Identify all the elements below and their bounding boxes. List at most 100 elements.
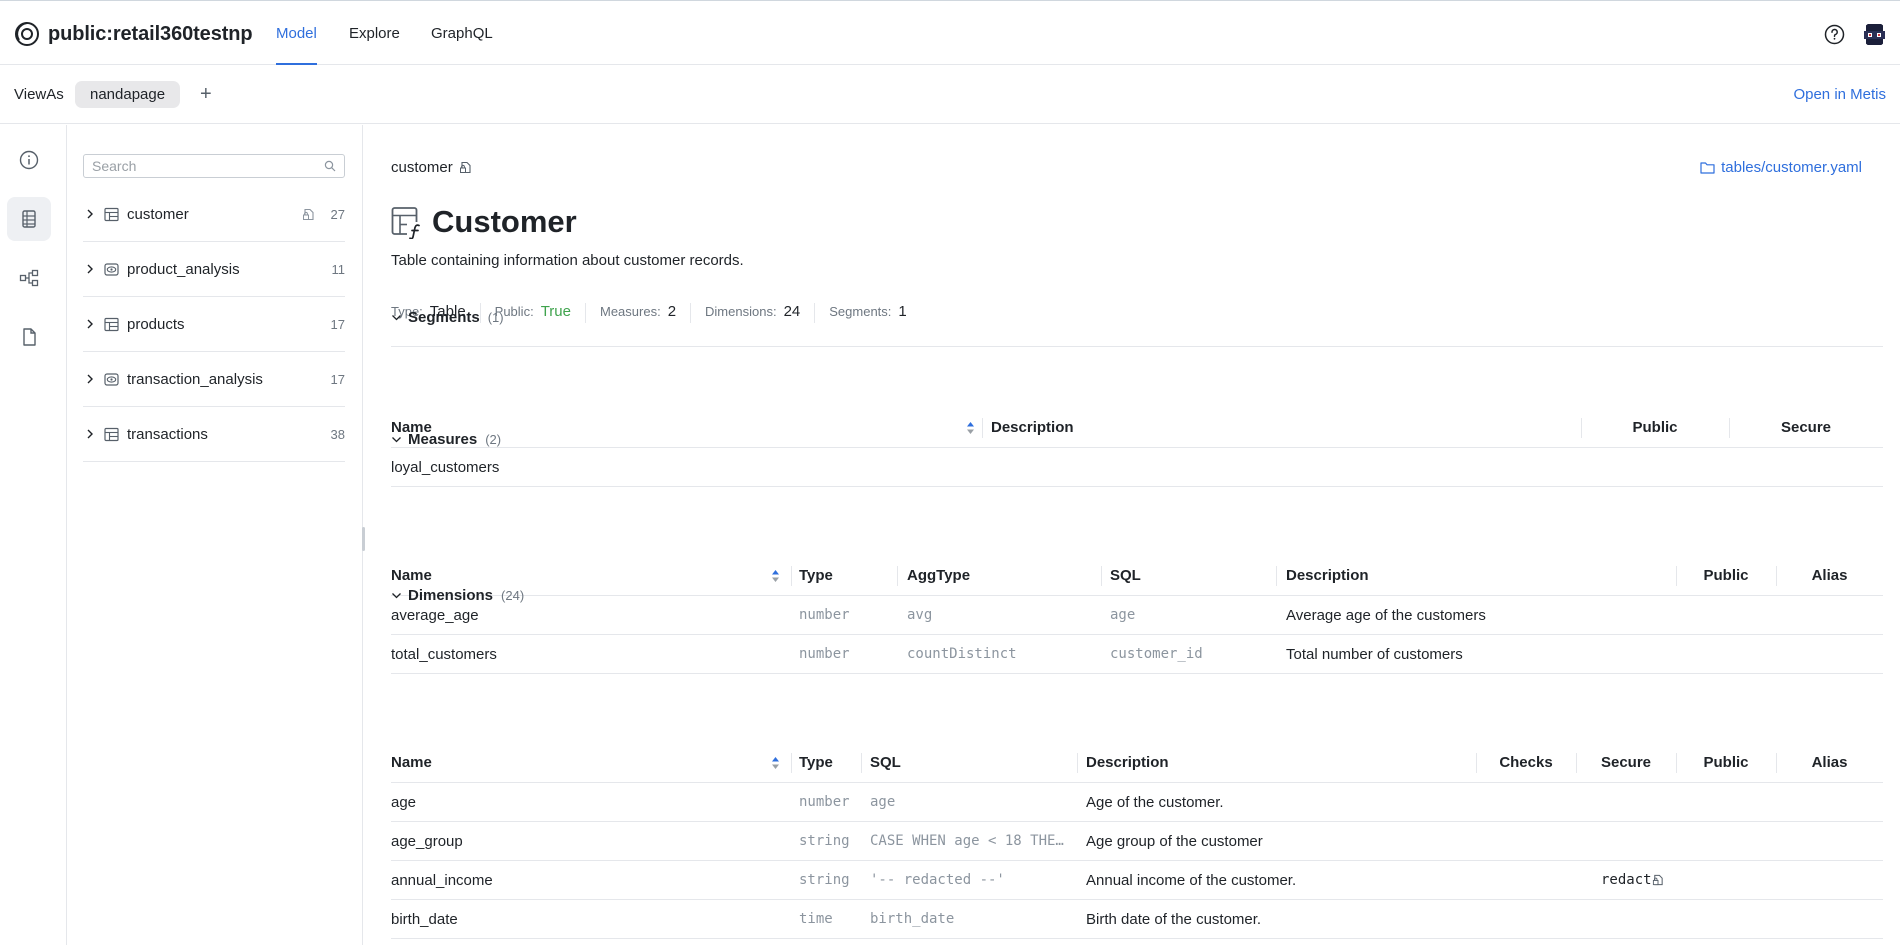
table-header-row: Name Type AggType SQL Description Public… [391,556,1883,596]
avatar[interactable] [1862,22,1887,47]
open-in-metis-link[interactable]: Open in Metis [1793,86,1886,103]
chevron-right-icon[interactable] [84,208,96,220]
tree-item-count: 11 [331,261,346,277]
table-row[interactable]: average_age number avg age Average age o… [391,596,1883,635]
section-count: (24) [501,588,525,603]
tree-item-count: 27 [330,206,345,222]
main-content: customer tables/customer.yaml Customer T… [365,125,1900,945]
icon-rail [0,125,67,945]
column-header-checks: Checks [1499,754,1553,771]
chevron-right-icon[interactable] [84,263,96,275]
meta-value: True [540,303,571,320]
brand[interactable]: public:retail360testnp [14,21,253,47]
secure-value: redact [1601,872,1652,888]
tree-item-transactions[interactable]: transactions 38 [83,407,345,462]
table-row[interactable]: annual_income string '-- redacted --' An… [391,861,1883,900]
column-header-sql: SQL [870,754,901,771]
table-row[interactable]: birth_date time birth_date Birth date of… [391,900,1883,939]
column-header-description: Description [991,419,1074,436]
sort-icon[interactable] [771,756,780,770]
rail-graph-button[interactable] [7,256,51,300]
file-path-label: tables/customer.yaml [1721,159,1862,176]
dimension-name: age_group [391,832,463,850]
dimension-description: Age of the customer. [1086,793,1224,811]
tab-explore[interactable]: Explore [349,25,400,42]
meta-key: Measures: [599,304,661,319]
view-as-bar: ViewAs nandapage + Open in Metis [0,66,1900,124]
tree-item-customer[interactable]: customer 27 [83,187,345,242]
table-list-icon [22,210,36,228]
graph-icon [19,269,39,287]
section-title: Measures [408,431,478,448]
dimensions-section-toggle[interactable]: Dimensions (24) [391,587,524,604]
tree-item-count: 38 [330,426,345,442]
search-input[interactable]: Search [83,154,345,178]
measures-table: Name Type AggType SQL Description Public… [391,556,1883,674]
measure-type: number [799,607,850,623]
top-bar: public:retail360testnp Model Explore Gra… [0,0,1900,65]
measure-sql: customer_id [1110,646,1203,662]
measure-description: Average age of the customers [1286,606,1486,624]
sort-icon[interactable] [771,569,780,583]
model-tree-panel: Search customer 27 product_analysis 11 p… [68,125,363,945]
column-header-public: Public [1632,419,1678,436]
sort-icon[interactable] [966,421,975,435]
segments-section-toggle[interactable]: Segments (1) [391,309,504,326]
section-title: Segments [408,309,480,326]
chevron-right-icon[interactable] [84,373,96,385]
column-header-description: Description [1286,567,1369,584]
tab-graphql[interactable]: GraphQL [431,25,493,42]
rail-tables-button[interactable] [7,197,51,241]
measure-type: number [799,646,850,662]
chevron-down-icon [392,437,401,443]
column-header-secure: Secure [1780,419,1832,436]
breadcrumb: customer [391,159,472,176]
meta-key: Dimensions: [705,304,777,319]
tree-item-count: 17 [330,316,345,332]
column-header-name[interactable]: Name [391,743,432,782]
segments-table: Name Description Public Secure loyal_cus… [391,408,1883,487]
rail-info-button[interactable] [7,138,51,182]
measure-description: Total number of customers [1286,645,1463,663]
dimension-type: string [799,833,850,849]
tree-item-transaction-analysis[interactable]: transaction_analysis 17 [83,352,345,407]
search-icon [324,160,336,172]
rail-docs-button[interactable] [7,315,51,359]
tree-item-label: transaction_analysis [127,370,263,388]
tab-model[interactable]: Model [276,25,317,42]
view-icon [104,372,119,386]
tree-item-products[interactable]: products 17 [83,297,345,352]
meta-measures: Measures: 2 [599,303,692,323]
help-circle-icon[interactable] [1824,24,1845,45]
tree-item-label: products [127,315,185,333]
meta-value: 2 [667,303,677,320]
tree-item-count: 17 [330,371,345,387]
dimension-type: time [799,911,833,927]
table-icon [104,207,119,221]
dimensions-table: Name Type SQL Description Checks Secure … [391,743,1883,939]
measures-section-toggle[interactable]: Measures (2) [391,431,501,448]
meta-public: Public: True [495,303,586,323]
page-description: Table containing information about custo… [391,252,744,269]
column-header-aggtype: AggType [907,567,971,584]
measure-aggtype: countDistinct [907,646,1017,662]
chevron-down-icon [392,315,401,321]
view-as-label: ViewAs [14,86,64,103]
chevron-right-icon[interactable] [84,318,96,330]
breadcrumb-label: customer [391,159,453,176]
column-header-sql: SQL [1110,567,1141,584]
table-row[interactable]: total_customers number countDistinct cus… [391,635,1883,674]
segment-name: loyal_customers [391,458,500,476]
table-row[interactable]: age number age Age of the customer. [391,783,1883,822]
add-view-as-button[interactable]: + [200,84,212,104]
tree-item-product-analysis[interactable]: product_analysis 11 [83,242,345,297]
chevron-down-icon [392,593,401,599]
dimension-type: string [799,872,850,888]
view-as-chip[interactable]: nandapage [75,81,181,108]
table-row[interactable]: age_group string CASE WHEN age < 18 THE…… [391,822,1883,861]
file-path-link[interactable]: tables/customer.yaml [1700,159,1862,176]
view-icon [104,262,119,276]
chevron-right-icon[interactable] [84,428,96,440]
table-row[interactable]: loyal_customers [391,448,1883,487]
table-header-row: Name Description Public Secure [391,408,1883,448]
